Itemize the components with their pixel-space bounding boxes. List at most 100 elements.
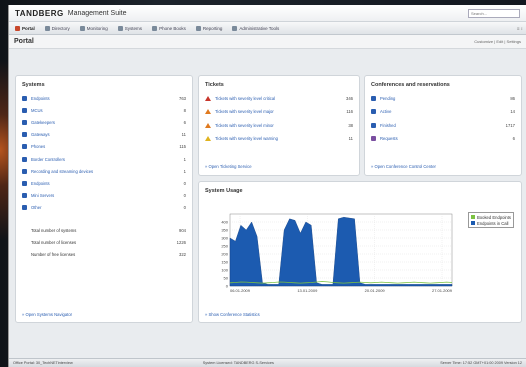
conferences-panel: Conferences and reservations Pending 86 Ac… — [364, 75, 522, 176]
row-label[interactable]: MCUs — [31, 108, 43, 113]
system-row[interactable]: Gateways 11 — [22, 131, 186, 139]
legend-label: Booked Endpoints — [477, 214, 511, 220]
directory-icon — [44, 25, 50, 31]
nav-label: Phone Books — [159, 25, 186, 31]
nav-item-systems[interactable]: Systems — [115, 25, 145, 32]
row-value: 346 — [346, 95, 353, 101]
y-tick-label: 350 — [221, 227, 228, 232]
system-row[interactable]: Recording and streaming devices 1 — [22, 167, 186, 175]
nav-item-reporting[interactable]: Reporting — [193, 25, 226, 32]
system-row[interactable]: Phones 115 — [22, 143, 186, 151]
row-label[interactable]: Gateways — [31, 132, 50, 137]
system-type-icon — [22, 205, 27, 211]
row-label[interactable]: Tickets with severity level major — [215, 109, 274, 114]
ticket-row[interactable]: Tickets with severity level major 116 — [205, 108, 353, 116]
nav-label: Monitoring — [86, 25, 108, 31]
row-label[interactable]: Gatekeepers — [31, 120, 55, 125]
warning-icon — [205, 109, 211, 114]
conference-row[interactable]: Requests 6 — [371, 135, 515, 143]
row-label[interactable]: Tickets with severity level critical — [215, 96, 275, 101]
row-label: Total number of systems — [31, 227, 77, 233]
row-value: 86 — [510, 95, 515, 101]
chart-legend: Booked Endpoints Endpoints in Call — [468, 212, 514, 228]
title-bar: TANDBERG Management Suite — [9, 5, 526, 22]
row-label: Total number of licenses — [31, 239, 77, 245]
system-row[interactable]: MCUs 8 — [22, 106, 186, 114]
row-value: 6 — [183, 119, 186, 125]
system-type-icon — [22, 180, 27, 186]
legend-item: Booked Endpoints — [471, 214, 511, 220]
nav-controls[interactable]: ≡ ↕ — [517, 26, 523, 31]
ticket-row[interactable]: Tickets with severity level critical 346 — [205, 94, 353, 102]
show-conference-statistics-link[interactable]: » Show Conference Statistics — [205, 312, 260, 317]
system-row[interactable]: Endpoints 0 — [22, 179, 186, 187]
warning-icon — [205, 136, 211, 141]
row-label[interactable]: Tickets with severity level minor — [215, 123, 274, 128]
status-left: Office Portal: 30_TechNETinterview — [13, 361, 73, 365]
x-tick-label: 13.01.2009 — [297, 288, 318, 293]
system-row[interactable]: Endpoints 763 — [22, 94, 186, 102]
nav-item-directory[interactable]: Directory — [42, 25, 73, 32]
nav-item-portal[interactable]: Portal — [12, 25, 38, 32]
row-label[interactable]: Mini Servers — [31, 193, 54, 198]
system-type-icon — [22, 144, 27, 150]
page-actions[interactable]: Customize | Edit | Settings — [474, 39, 521, 44]
open-systems-navigator-link[interactable]: » Open Systems Navigator — [22, 312, 72, 317]
ticket-row[interactable]: Tickets with severity level minor 38 — [205, 121, 353, 129]
row-label[interactable]: Requests — [380, 136, 398, 141]
nav-item-admin-tools[interactable]: Administrative Tools — [229, 25, 282, 32]
status-right: Server Time: 17:52 GMT+01:00 2009 Versio… — [440, 361, 522, 365]
row-label[interactable]: Active — [380, 109, 391, 114]
row-label[interactable]: Endpoints — [31, 96, 50, 101]
row-value: 0 — [183, 205, 186, 211]
conference-row[interactable]: Active 14 — [371, 108, 515, 116]
nav-item-phone-books[interactable]: Phone Books — [149, 25, 189, 32]
row-label[interactable]: Recording and streaming devices — [31, 169, 93, 174]
open-conference-control-link[interactable]: » Open Conference Control Center — [371, 164, 436, 169]
row-value: 322 — [179, 251, 186, 257]
row-label[interactable]: Endpoints — [31, 181, 50, 186]
x-tick-label: 20.01.2009 — [365, 288, 386, 293]
status-middle: System Licensed: TANDBERG S-Services — [202, 361, 274, 365]
row-label[interactable]: Phones — [31, 144, 45, 149]
conference-row[interactable]: Pending 86 — [371, 94, 515, 102]
row-value: 8 — [183, 107, 186, 113]
systems-total-row[interactable]: Total number of systems 904 — [22, 226, 186, 234]
system-type-icon — [22, 168, 27, 174]
tickets-panel: Tickets Tickets with severity level crit… — [198, 75, 360, 176]
status-bar: Office Portal: 30_TechNETinterview Syste… — [9, 358, 526, 367]
row-label[interactable]: Pending — [380, 96, 395, 101]
system-type-icon — [22, 119, 27, 125]
nav-item-monitoring[interactable]: Monitoring — [77, 25, 111, 32]
legend-label: Endpoints in Call — [477, 220, 509, 226]
row-label[interactable]: Finished — [380, 123, 396, 128]
system-type-icon — [22, 95, 27, 101]
conference-row[interactable]: Finished 1717 — [371, 121, 515, 129]
calendar-icon — [371, 109, 376, 114]
search-input[interactable] — [468, 8, 520, 18]
system-row[interactable]: Mini Servers 0 — [22, 192, 186, 200]
ticket-row[interactable]: Tickets with severity level warning 11 — [205, 135, 353, 143]
open-ticketing-link[interactable]: » Open Ticketing Service — [205, 164, 252, 169]
page-title: Portal — [14, 38, 34, 45]
row-value: 115 — [179, 144, 186, 150]
y-tick-label: 150 — [221, 259, 228, 264]
row-value: 1226 — [176, 239, 186, 245]
system-usage-panel: System Usage 0 50 100 150 200 250 300 350 400 06.… — [198, 181, 522, 323]
x-tick-label: 27.01.2009 — [432, 288, 453, 293]
portal-icon — [15, 25, 20, 31]
row-label[interactable]: Tickets with severity level warning — [215, 136, 278, 141]
systems-total-row[interactable]: Total number of licenses 1226 — [22, 238, 186, 246]
y-tick-label: 50 — [224, 275, 229, 280]
tools-icon — [232, 25, 238, 31]
row-label[interactable]: Other — [31, 205, 41, 210]
system-row[interactable]: Gatekeepers 6 — [22, 118, 186, 126]
page-header: Portal Customize | Edit | Settings — [9, 35, 526, 49]
legend-swatch — [471, 221, 475, 225]
row-label[interactable]: Border Controllers — [31, 157, 65, 162]
systems-total-row[interactable]: Number of free licenses 322 — [22, 250, 186, 258]
y-tick-label: 400 — [221, 219, 228, 224]
row-value: 1717 — [505, 122, 515, 128]
system-row[interactable]: Border Controllers 1 — [22, 155, 186, 163]
system-row[interactable]: Other 0 — [22, 204, 186, 212]
